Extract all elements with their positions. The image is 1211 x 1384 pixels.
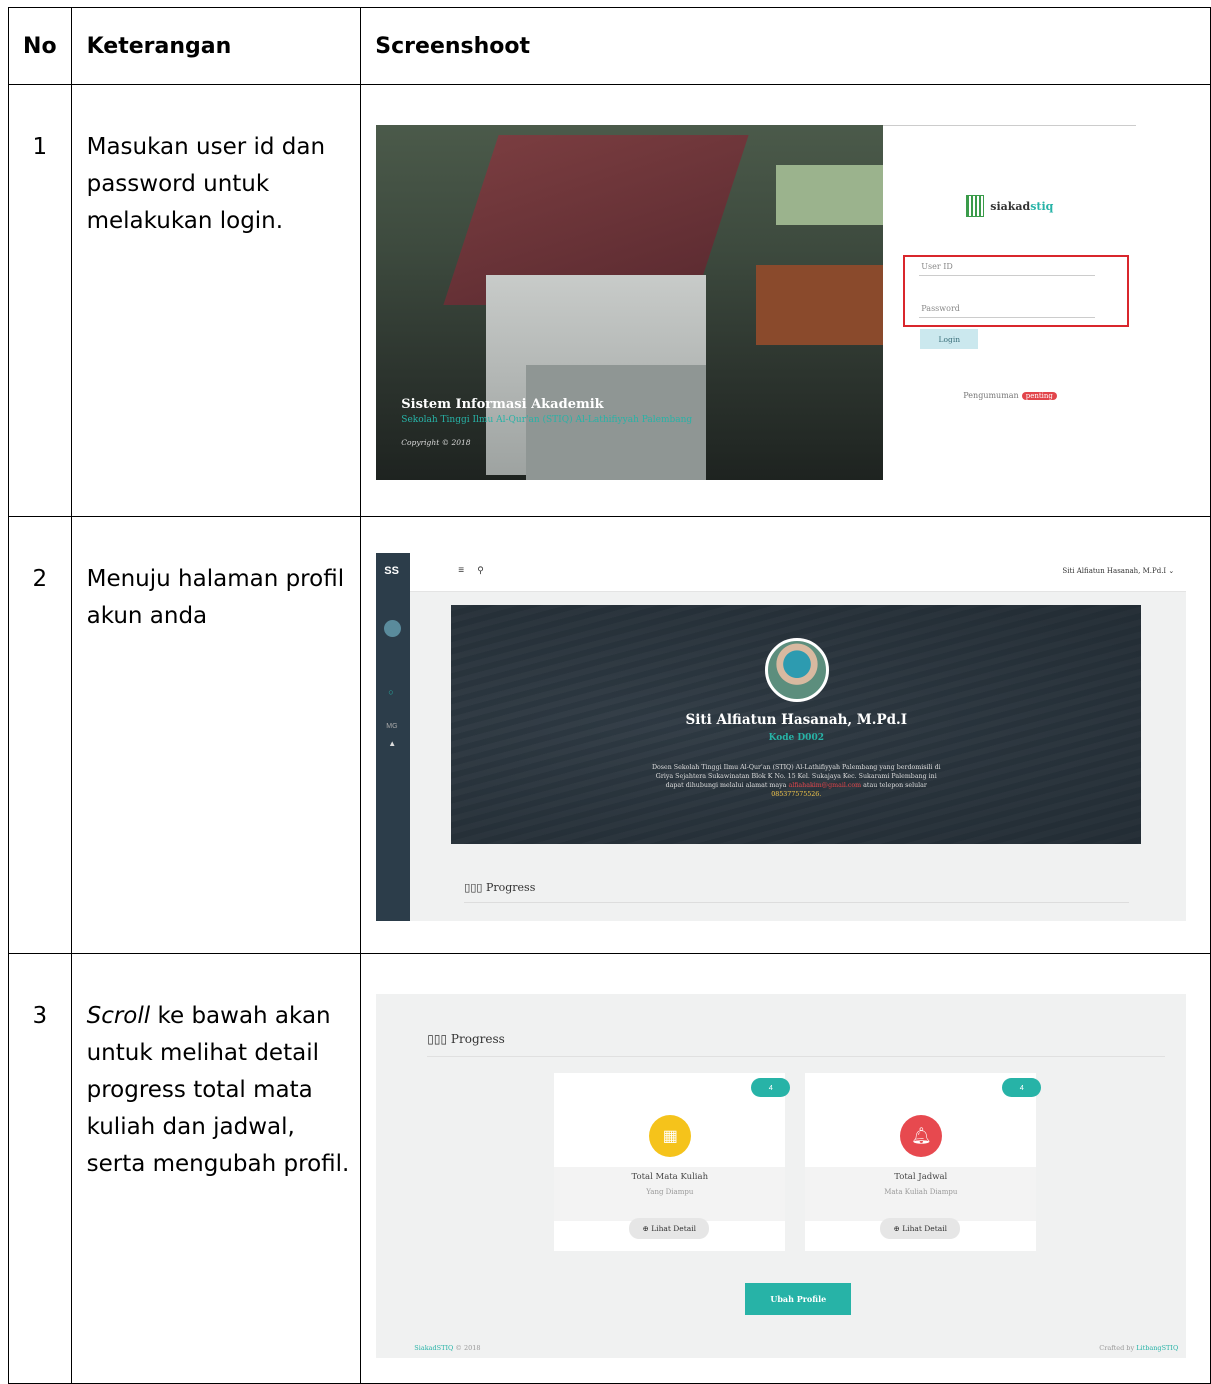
row-screenshot: Sistem Informasi Akademik Sekolah Tinggi… [360,84,1211,517]
password-field[interactable]: Password [921,304,960,313]
chart-icon: ▯▯▯ [464,881,483,894]
card-mata-kuliah: 4 ▦ Total Mata Kuliah Yang Diampu ⊕ Liha… [554,1073,791,1251]
profile-description: Dosen Sekolah Tinggi Ilmu Al-Qur'an (STI… [651,764,941,798]
litbang-link[interactable]: LitbangSTIQ [1136,1344,1178,1352]
row-description: Menuju halaman profil akun anda [70,516,362,954]
row-description: Masukan user id dan password untuk melak… [70,84,362,517]
announcement-link[interactable]: Pengumuman penting [963,391,1057,400]
progress-heading: ▯▯▯ Progress [464,881,536,894]
progress-screenshot: ▯▯▯ Progress 4 ▦ Total Mata Kuliah Yang … [376,994,1187,1358]
sidebar-brand[interactable]: SS [384,565,399,577]
profile-kode: Kode D002 [768,733,824,743]
login-copyright: Copyright © 2018 [401,438,471,447]
menu-icon[interactable]: ≡ [458,565,464,576]
footer-left: SiakadSTIQ © 2018 [414,1344,481,1352]
footer-right: Crafted by LitbangSTIQ [1099,1344,1179,1352]
row-description: Scroll ke bawah akan untuk melihat detai… [70,953,362,1384]
siakad-link[interactable]: SiakadSTIQ [414,1344,453,1352]
view-detail-button[interactable]: ⊕ Lihat Detail [880,1218,961,1239]
table-row: 1 Masukan user id dan password untuk mel… [8,84,1211,517]
card-subtitle: Yang Diampu [646,1188,694,1196]
user-id-field[interactable]: User ID [921,262,953,271]
row-screenshot: SS ○ MG ▲ ≡ ⚲ Siti Alfiatun Hasanah, M.P… [360,516,1211,954]
login-title: Sistem Informasi Akademik [401,397,604,412]
table-row: 2 Menuju halaman profil akun anda SS ○ M… [8,516,1211,954]
grid-icon: ▦ [649,1115,692,1157]
row-screenshot: ▯▯▯ Progress 4 ▦ Total Mata Kuliah Yang … [360,953,1211,1384]
row-number: 2 [8,516,72,954]
card-jadwal: 4 🔔︎ Total Jadwal Mata Kuliah Diampu ⊕ L… [805,1073,1042,1251]
profile-banner: Siti Alfiatun Hasanah, M.Pd.I Kode D002 … [451,605,1142,844]
instruction-table: No Keterangan Screenshoot 1 Masukan user… [8,7,1211,1384]
user-menu[interactable]: Siti Alfiatun Hasanah, M.Pd.I ⌄ [1062,567,1174,575]
dashboard-icon[interactable]: ○ [388,687,393,697]
login-button[interactable]: Login [920,329,979,349]
profile-name: Siti Alfiatun Hasanah, M.Pd.I [685,712,908,728]
zoom-icon: ⊕ [893,1224,900,1233]
view-detail-button[interactable]: ⊕ Lihat Detail [629,1218,710,1239]
zoom-icon: ⊕ [642,1224,649,1233]
campus-photo [376,125,884,480]
row-number: 1 [8,84,72,517]
card-title: Total Mata Kuliah [631,1172,709,1182]
phone-number: 085377575526. [771,791,822,798]
header-no: No [8,7,72,85]
header-row: No Keterangan Screenshoot [8,7,1211,85]
bell-icon: 🔔︎ [900,1115,943,1157]
row-number: 3 [8,953,72,1384]
sidebar-mg: MG [386,723,398,730]
login-subtitle: Sekolah Tinggi Ilmu Al-Qur'an (STIQ) Al-… [401,415,693,425]
count-badge: 4 [1002,1078,1042,1097]
logo-icon [966,195,985,217]
login-screenshot: Sistem Informasi Akademik Sekolah Tinggi… [376,125,1137,480]
sidebar-avatar[interactable] [384,620,402,637]
chart-icon: ▯▯▯ [427,1032,448,1046]
progress-heading: ▯▯▯ Progress [427,1032,505,1046]
top-bar: ≡ ⚲ Siti Alfiatun Hasanah, M.Pd.I ⌄ [410,553,1187,592]
edit-profile-button[interactable]: Ubah Profile [745,1283,852,1315]
card-subtitle: Mata Kuliah Diampu [884,1188,958,1196]
announcement-badge: penting [1021,392,1057,400]
email-link[interactable]: alfiahakim@gmail.com [788,782,861,789]
search-icon[interactable]: ⚲ [477,565,484,576]
header-keterangan: Keterangan [70,7,362,85]
header-screenshoot: Screenshoot [360,7,1211,85]
table-row: 3 Scroll ke bawah akan untuk melihat det… [8,953,1211,1384]
sidebar: SS ○ MG ▲ [376,553,411,921]
count-badge: 4 [751,1078,791,1097]
card-title: Total Jadwal [894,1172,948,1182]
siakad-logo: siakadstiq [966,195,1053,217]
graduation-icon[interactable]: ▲ [388,739,396,748]
profile-photo [765,638,830,702]
profile-screenshot: SS ○ MG ▲ ≡ ⚲ Siti Alfiatun Hasanah, M.P… [376,553,1187,921]
